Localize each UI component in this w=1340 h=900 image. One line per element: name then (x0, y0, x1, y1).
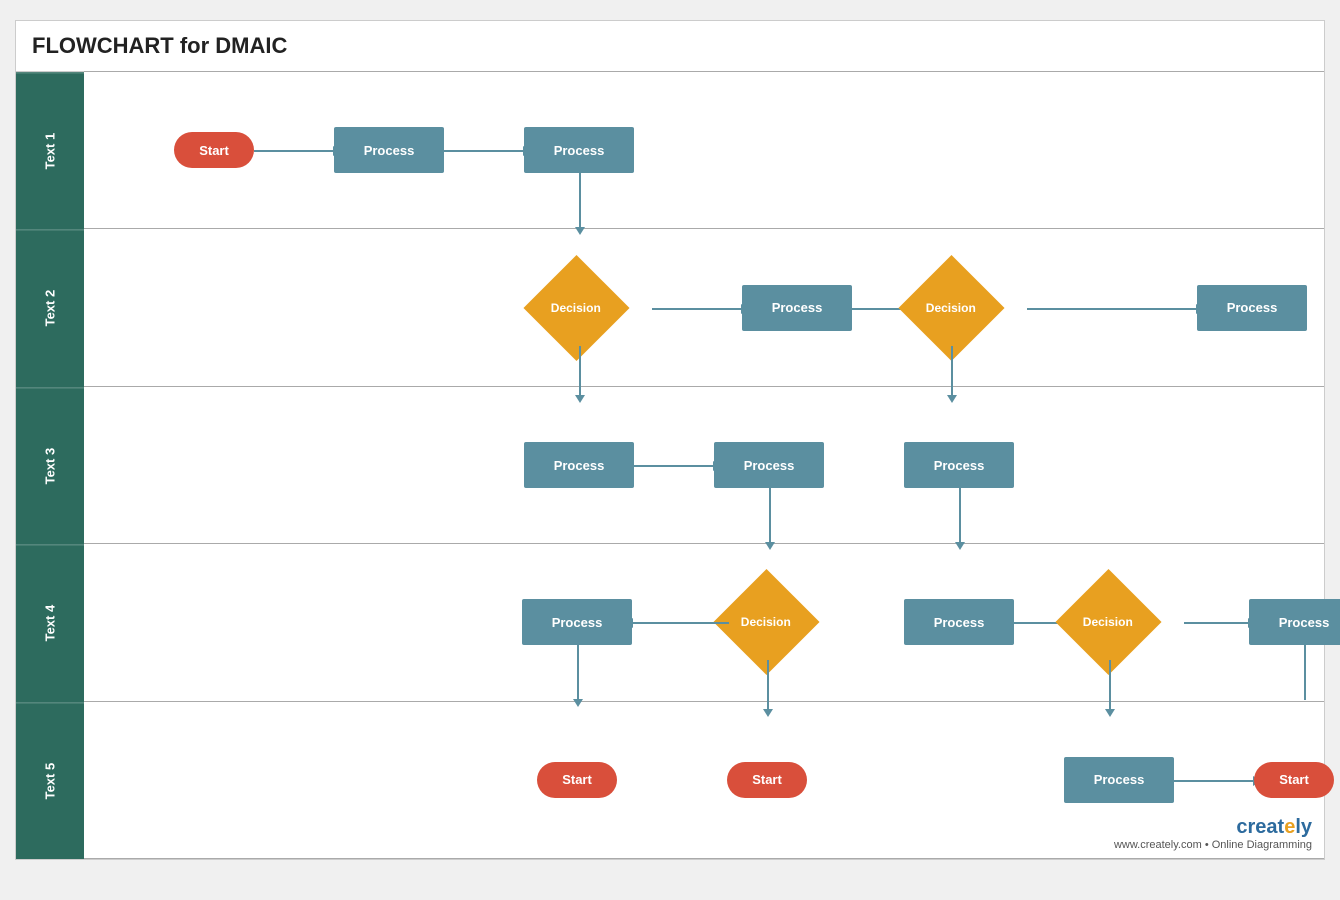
swimlane-row-3: Process Process Process (84, 387, 1324, 544)
start-shape-3: Start (727, 762, 807, 798)
arrow-6 (1027, 308, 1197, 310)
swimlane-label-3: Text 3 (16, 387, 84, 544)
creately-badge: creately www.creately.com • Online Diagr… (1114, 816, 1312, 851)
arrow-13-v (577, 645, 579, 700)
process-shape-8: Process (522, 599, 632, 645)
process-shape-11: Process (1064, 757, 1174, 803)
swimlane-row-2: Decision Process Decision (84, 229, 1324, 386)
arrow-11-v (959, 488, 961, 543)
swim-labels: Text 1 Text 2 Text 3 Text 4 Text 5 (16, 71, 84, 859)
arrow-12 (632, 622, 729, 624)
decision-shape-1: Decision (523, 255, 629, 361)
swimlane-label-5: Text 5 (16, 702, 84, 859)
chart-area: Text 1 Text 2 Text 3 Text 4 Text 5 Start… (16, 71, 1324, 859)
start-shape-1: Start (174, 132, 254, 168)
swimlane-label-2: Text 2 (16, 229, 84, 386)
swimlane-label-4: Text 4 (16, 544, 84, 701)
brand-url: www.creately.com • Online Diagramming (1114, 839, 1312, 851)
process-shape-10: Process (1249, 599, 1340, 645)
arrow-9 (634, 465, 714, 467)
page-title: FLOWCHART for DMAIC (16, 21, 1324, 69)
process-shape-5: Process (524, 442, 634, 488)
swim-rows: Start Process Process (84, 71, 1324, 859)
swimlane-row-4: Decision Process Process (84, 544, 1324, 701)
process-shape-6: Process (714, 442, 824, 488)
arrow-19 (1174, 780, 1254, 782)
arrow-1 (254, 150, 334, 152)
arrow-4 (652, 308, 742, 310)
process-shape-9: Process (904, 599, 1014, 645)
process-shape-1: Process (334, 127, 444, 173)
arrow-3-v (579, 173, 581, 228)
swimlane-row-1: Start Process Process (84, 72, 1324, 229)
start-shape-4: Start (1254, 762, 1334, 798)
brand-logo: creately (1114, 816, 1312, 839)
arrow-2 (444, 150, 524, 152)
process-shape-7: Process (904, 442, 1014, 488)
process-shape-2: Process (524, 127, 634, 173)
arrow-16 (1184, 622, 1249, 624)
page: FLOWCHART for DMAIC Text 1 Text 2 Text 3… (15, 20, 1325, 860)
arrow-10-v (769, 488, 771, 543)
swimlane-label-1: Text 1 (16, 72, 84, 229)
process-shape-4: Process (1197, 285, 1307, 331)
process-shape-3: Process (742, 285, 852, 331)
start-shape-2: Start (537, 762, 617, 798)
arrow-18-v (1304, 645, 1306, 700)
